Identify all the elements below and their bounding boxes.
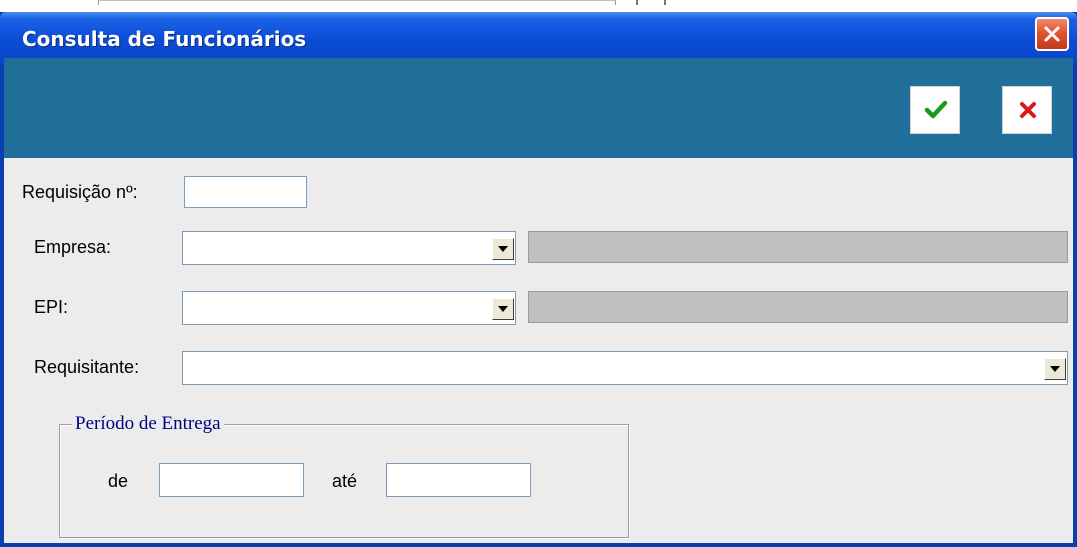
search-form: Requisição nº: Empresa: EPI: Requisitant… <box>4 158 1073 543</box>
empresa-description <box>528 231 1068 263</box>
chevron-down-icon <box>498 246 508 252</box>
epi-description <box>528 291 1068 323</box>
confirm-button[interactable] <box>910 86 960 134</box>
ate-date-input[interactable] <box>386 463 531 497</box>
de-date-input[interactable] <box>159 463 304 497</box>
ate-label: até <box>332 471 358 491</box>
background-divider <box>664 0 666 5</box>
de-label: de <box>108 471 129 491</box>
dialog-body: Requisição nº: Empresa: EPI: Requisitant… <box>4 58 1073 543</box>
background-divider <box>636 0 638 5</box>
x-icon <box>1020 102 1036 118</box>
requisitante-dropdown-button[interactable] <box>1044 358 1066 380</box>
requisitante-combobox[interactable] <box>182 351 1068 385</box>
chevron-down-icon <box>1050 366 1060 372</box>
empresa-dropdown-button[interactable] <box>492 238 514 260</box>
epi-dropdown-button[interactable] <box>492 298 514 320</box>
epi-combobox[interactable] <box>182 291 516 325</box>
dialog-window: Consulta de Funcionários Requisição nº: <box>0 12 1077 547</box>
periodo-title: Período de Entrega <box>72 413 224 435</box>
window-title: Consulta de Funcionários <box>22 27 307 51</box>
chevron-down-icon <box>498 306 508 312</box>
toolbar <box>4 58 1073 158</box>
empresa-label: Empresa: <box>34 237 112 257</box>
cancel-button[interactable] <box>1002 86 1052 134</box>
requisicao-label: Requisição nº: <box>22 182 138 202</box>
checkmark-icon <box>924 100 948 119</box>
epi-label: EPI: <box>34 297 69 317</box>
empresa-combobox[interactable] <box>182 231 516 265</box>
close-icon <box>1044 26 1060 42</box>
background-window-edge <box>98 0 616 5</box>
requisicao-input[interactable] <box>184 176 307 208</box>
requisitante-label: Requisitante: <box>34 357 140 377</box>
close-button[interactable] <box>1035 17 1069 51</box>
